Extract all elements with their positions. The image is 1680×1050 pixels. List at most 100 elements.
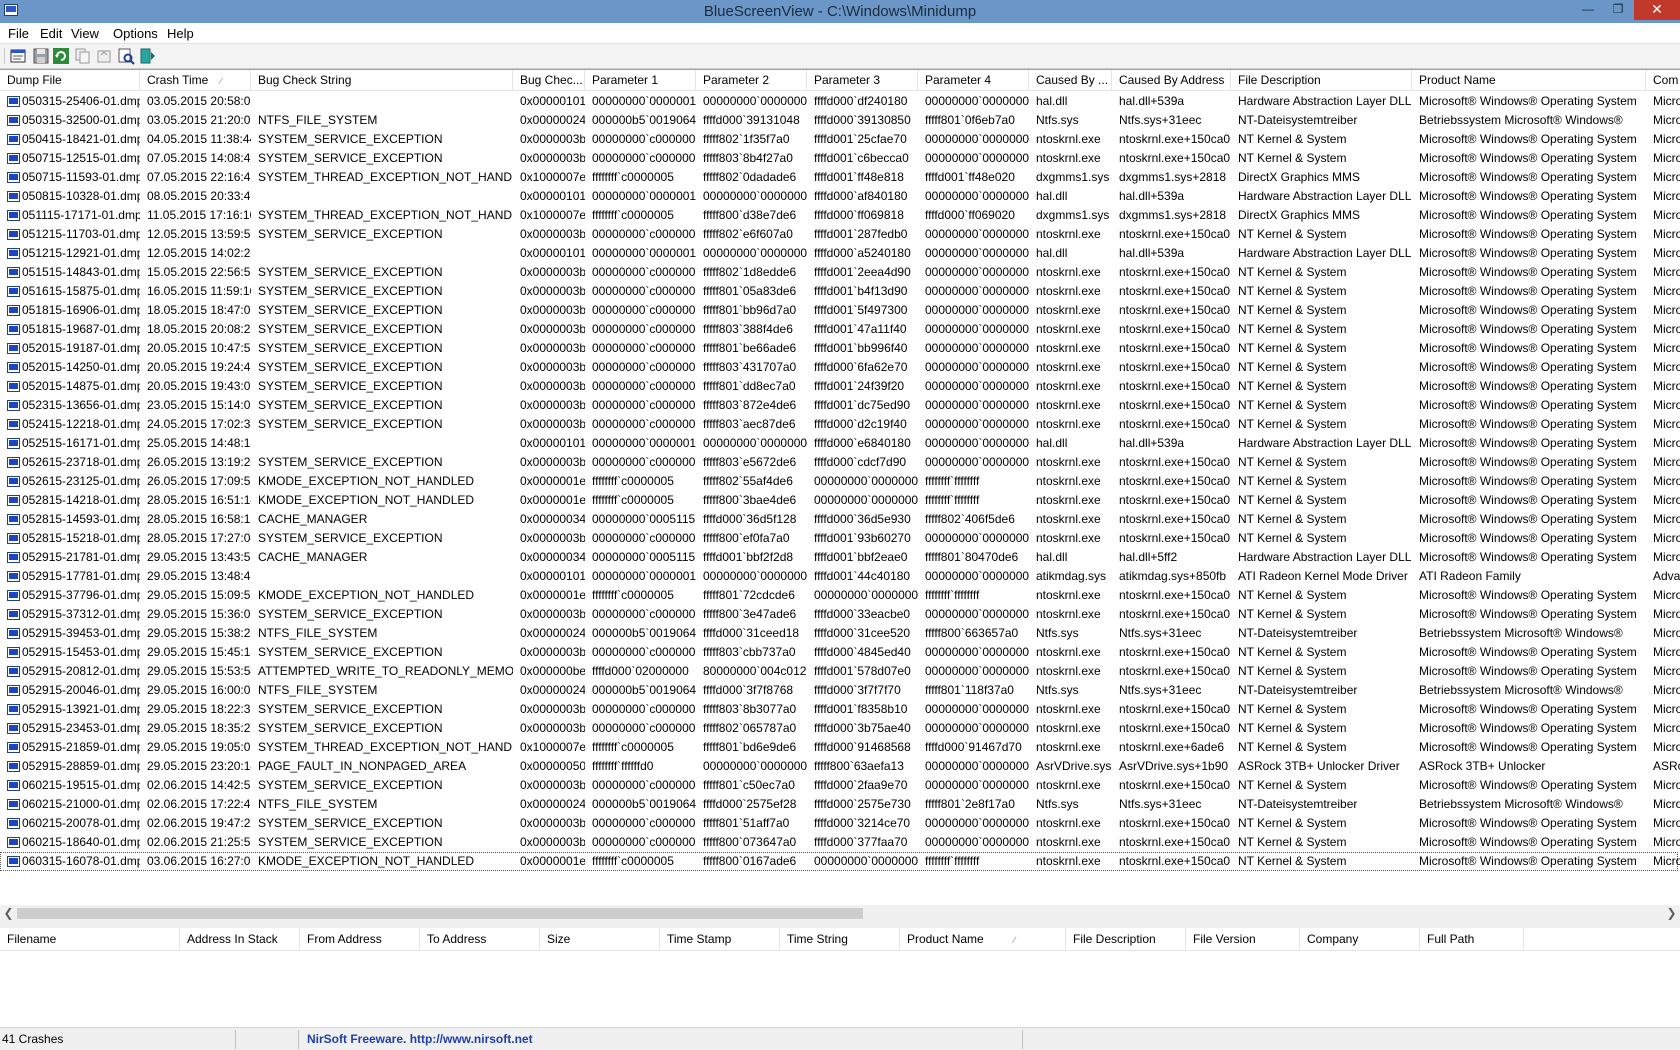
table-row[interactable]: 052615-23718-01.dmp 26.05.2015 13:19:20 SY…	[0, 453, 1680, 472]
find-icon[interactable]	[117, 47, 135, 65]
table-row[interactable]: 052915-21781-01.dmp 29.05.2015 13:43:53 CA…	[0, 548, 1680, 567]
table-row[interactable]: 050315-25406-01.dmp 03.05.2015 20:58:08 0x…	[0, 92, 1680, 111]
table-row[interactable]: 050715-11593-01.dmp 07.05.2015 22:16:46 SY…	[0, 168, 1680, 187]
col-time-string[interactable]: Time String	[780, 928, 900, 950]
table-row[interactable]: 052915-28859-01.dmp 29.05.2015 23:20:14 PA…	[0, 757, 1680, 776]
scroll-right-icon[interactable]: ❯	[1663, 905, 1680, 922]
col-company[interactable]: Com	[1646, 70, 1680, 90]
table-row[interactable]: 052415-12218-01.dmp 24.05.2015 17:02:38 SY…	[0, 415, 1680, 434]
table-row[interactable]: 060215-18640-01.dmp 02.06.2015 21:25:59 SY…	[0, 833, 1680, 852]
col-lower-product-name[interactable]: Product Name ∕	[900, 928, 1066, 950]
col-lower-file-description[interactable]: File Description	[1066, 928, 1186, 950]
col-full-path[interactable]: Full Path	[1420, 928, 1524, 950]
cell-dump-file: 052815-14218-01.dmp	[0, 491, 140, 510]
cell-file-description: ATI Radeon Kernel Mode Driver	[1231, 567, 1412, 586]
col-dump-file[interactable]: Dump File	[0, 70, 140, 90]
menu-file[interactable]: File	[8, 26, 29, 41]
menu-view[interactable]: View	[71, 26, 99, 41]
nirsoft-link[interactable]: NirSoft Freeware. http://www.nirsoft.net	[307, 1031, 533, 1048]
col-time-stamp[interactable]: Time Stamp	[660, 928, 780, 950]
col-file-description[interactable]: File Description	[1231, 70, 1412, 90]
table-row[interactable]: 050815-10328-01.dmp 08.05.2015 20:33:47 0x…	[0, 187, 1680, 206]
table-row[interactable]: 050315-32500-01.dmp 03.05.2015 21:20:06 NT…	[0, 111, 1680, 130]
cell-text: 00000000`00051157	[592, 550, 696, 564]
col-product-name[interactable]: Product Name	[1412, 70, 1646, 90]
table-row[interactable]: 060215-19515-01.dmp 02.06.2015 14:42:58 SY…	[0, 776, 1680, 795]
col-lower-company[interactable]: Company	[1300, 928, 1420, 950]
copy-icon[interactable]	[73, 47, 91, 65]
col-caused-by-driver[interactable]: Caused By ...	[1029, 70, 1112, 90]
cell-caused-by-driver: Ntfs.sys	[1029, 681, 1112, 700]
cell-caused-by-driver: ntoskrnl.exe	[1029, 833, 1112, 852]
col-bug-check-code[interactable]: Bug Chec...	[513, 70, 585, 90]
cell-text: fffff803`cbb737a0	[703, 645, 796, 659]
table-row[interactable]: 050715-12515-01.dmp 07.05.2015 14:08:45 SY…	[0, 149, 1680, 168]
col-from-address[interactable]: From Address	[300, 928, 420, 950]
col-bug-check-string[interactable]: Bug Check String	[251, 70, 513, 90]
menu-edit[interactable]: Edit	[40, 26, 62, 41]
module-list[interactable]: Filename Address In Stack From Address T…	[0, 928, 1680, 1024]
table-row[interactable]: 050415-18421-01.dmp 04.05.2015 11:38:44 SY…	[0, 130, 1680, 149]
table-row[interactable]: 052915-13921-01.dmp 29.05.2015 18:22:32 SY…	[0, 700, 1680, 719]
table-row[interactable]: 052915-15453-01.dmp 29.05.2015 15:45:13 SY…	[0, 643, 1680, 662]
table-row[interactable]: 051215-11703-01.dmp 12.05.2015 13:59:56 SY…	[0, 225, 1680, 244]
col-filename[interactable]: Filename	[0, 928, 180, 950]
cell-text: 07.05.2015 22:16:46	[147, 170, 251, 184]
table-row[interactable]: 052915-17781-01.dmp 29.05.2015 13:48:48 0x…	[0, 567, 1680, 586]
menu-options[interactable]: Options	[113, 26, 158, 41]
table-row[interactable]: 052815-14593-01.dmp 28.05.2015 16:58:13 CA…	[0, 510, 1680, 529]
col-parameter-3[interactable]: Parameter 3	[807, 70, 918, 90]
table-row[interactable]: 052915-37796-01.dmp 29.05.2015 15:09:57 KM…	[0, 586, 1680, 605]
close-icon[interactable]: ✕	[1634, 0, 1680, 20]
table-row[interactable]: 051615-15875-01.dmp 16.05.2015 11:59:16 SY…	[0, 282, 1680, 301]
table-row[interactable]: 052915-21859-01.dmp 29.05.2015 19:05:01 SY…	[0, 738, 1680, 757]
col-to-address[interactable]: To Address	[420, 928, 540, 950]
cell-text: Hardware Abstraction Layer DLL	[1238, 189, 1412, 203]
scroll-left-icon[interactable]: ❮	[0, 905, 17, 922]
properties-icon[interactable]	[9, 47, 27, 65]
table-row[interactable]: 052915-23453-01.dmp 29.05.2015 18:35:23 SY…	[0, 719, 1680, 738]
col-address-in-stack[interactable]: Address In Stack	[180, 928, 300, 950]
table-row[interactable]: 052015-14875-01.dmp 20.05.2015 19:43:09 SY…	[0, 377, 1680, 396]
html-report-icon[interactable]	[95, 47, 113, 65]
table-row[interactable]: 052815-14218-01.dmp 28.05.2015 16:51:14 KM…	[0, 491, 1680, 510]
table-row[interactable]: 052915-39453-01.dmp 29.05.2015 15:38:21 NT…	[0, 624, 1680, 643]
table-row[interactable]: 052515-16171-01.dmp 25.05.2015 14:48:13 0x…	[0, 434, 1680, 453]
crash-list[interactable]: Dump File Crash Time ∕ Bug Check String B…	[0, 69, 1680, 910]
save-icon[interactable]	[32, 47, 50, 65]
col-parameter-1[interactable]: Parameter 1	[585, 70, 696, 90]
table-row[interactable]: 052315-13656-01.dmp 23.05.2015 15:14:05 SY…	[0, 396, 1680, 415]
table-row[interactable]: 052915-20812-01.dmp 29.05.2015 15:53:54 AT…	[0, 662, 1680, 681]
table-row[interactable]: 052015-14250-01.dmp 20.05.2015 19:24:48 SY…	[0, 358, 1680, 377]
table-row[interactable]: 052815-15218-01.dmp 28.05.2015 17:27:04 SY…	[0, 529, 1680, 548]
minimize-icon[interactable]: —	[1574, 0, 1602, 20]
table-row[interactable]: 051515-14843-01.dmp 15.05.2015 22:56:55 SY…	[0, 263, 1680, 282]
col-crash-time[interactable]: Crash Time ∕	[140, 70, 251, 90]
col-size[interactable]: Size	[540, 928, 660, 950]
cell-text: fffff801`c50ec7a0	[703, 778, 795, 792]
cell-text: Microsoft® Windows® Operating System	[1419, 664, 1637, 678]
horizontal-scrollbar[interactable]: ❮ ❯	[0, 905, 1680, 922]
scrollbar-thumb[interactable]	[17, 908, 863, 919]
table-row[interactable]: 060215-20078-01.dmp 02.06.2015 19:47:22 SY…	[0, 814, 1680, 833]
menu-help[interactable]: Help	[167, 26, 194, 41]
table-row[interactable]: 052915-20046-01.dmp 29.05.2015 16:00:03 NT…	[0, 681, 1680, 700]
exit-icon[interactable]	[138, 47, 156, 65]
table-row[interactable]: 060215-21000-01.dmp 02.06.2015 17:22:41 NT…	[0, 795, 1680, 814]
table-row[interactable]: 051815-19687-01.dmp 18.05.2015 20:08:27 SY…	[0, 320, 1680, 339]
table-row[interactable]: 052015-19187-01.dmp 20.05.2015 10:47:57 SY…	[0, 339, 1680, 358]
col-parameter-2[interactable]: Parameter 2	[696, 70, 807, 90]
col-file-version[interactable]: File Version	[1186, 928, 1300, 950]
table-row[interactable]: 051215-12921-01.dmp 12.05.2015 14:02:21 0x…	[0, 244, 1680, 263]
refresh-icon[interactable]	[52, 47, 70, 65]
col-caused-by-address[interactable]: Caused By Address	[1112, 70, 1231, 90]
col-parameter-4[interactable]: Parameter 4	[918, 70, 1029, 90]
restore-icon[interactable]: ❐	[1604, 0, 1632, 20]
table-row[interactable]: 051115-17171-01.dmp 11.05.2015 17:16:16 SY…	[0, 206, 1680, 225]
table-row[interactable]: 060315-16078-01.dmp 03.06.2015 16:27:02 KM…	[0, 852, 1680, 871]
table-row[interactable]: 051815-16906-01.dmp 18.05.2015 18:47:05 SY…	[0, 301, 1680, 320]
table-row[interactable]: 052615-23125-01.dmp 26.05.2015 17:09:57 KM…	[0, 472, 1680, 491]
cell-text: NT Kernel & System	[1238, 607, 1347, 621]
cell-text: 060215-21000-01.dmp	[22, 797, 140, 811]
table-row[interactable]: 052915-37312-01.dmp 29.05.2015 15:36:01 SY…	[0, 605, 1680, 624]
